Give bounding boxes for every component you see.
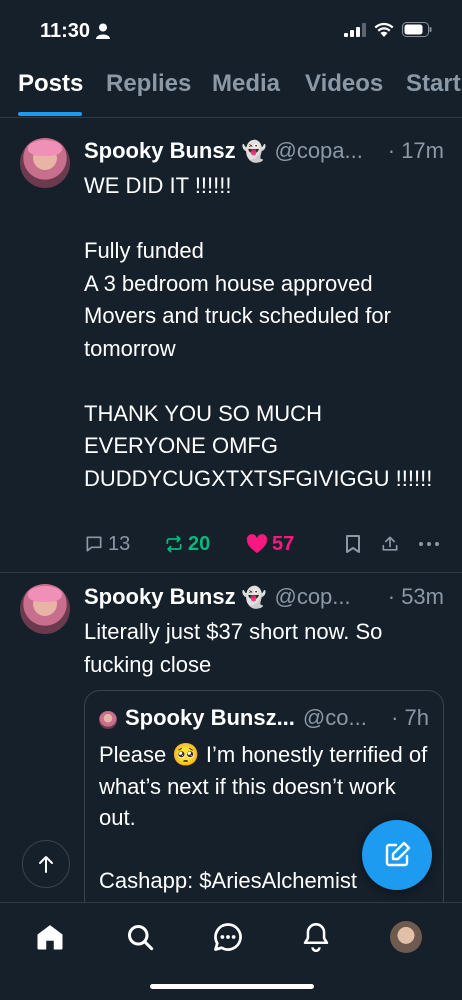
bookmark-icon	[346, 535, 360, 553]
status-indicators	[344, 22, 432, 37]
avatar[interactable]	[20, 584, 70, 634]
retweet-button[interactable]: 20	[164, 533, 210, 556]
tab-posts[interactable]: Posts	[18, 70, 83, 98]
status-bar: 11:30	[0, 0, 462, 60]
quote-handle: @co...	[302, 705, 367, 730]
quote-display-name: Spooky Bunsz...	[125, 705, 295, 730]
signal-icon	[344, 22, 366, 37]
reply-icon	[86, 536, 102, 552]
quote-time: · 7h	[391, 705, 429, 730]
like-count: 57	[272, 532, 295, 555]
like-button[interactable]: 57	[246, 533, 294, 556]
display-name[interactable]: Spooky Bunsz	[84, 138, 236, 164]
nav-profile[interactable]	[390, 921, 422, 953]
avatar[interactable]	[20, 138, 70, 188]
tab-media[interactable]: Media	[212, 70, 280, 98]
more-button[interactable]	[418, 534, 440, 554]
retweet-count: 20	[188, 532, 211, 555]
post-time[interactable]: · 17m	[388, 138, 444, 164]
messages-icon	[214, 923, 242, 951]
wifi-icon	[374, 22, 394, 37]
user-handle[interactable]: @cop...	[274, 584, 381, 610]
compose-button[interactable]	[362, 820, 432, 890]
quote-avatar	[99, 711, 117, 729]
post-time[interactable]: · 53m	[388, 584, 444, 610]
notifications-icon	[303, 923, 329, 952]
nav-home[interactable]	[34, 921, 66, 953]
profile-tabs: Posts Replies Media Videos Start	[0, 62, 462, 118]
status-time: 11:30	[40, 20, 91, 42]
tab-replies[interactable]: Replies	[106, 70, 191, 98]
nav-messages[interactable]	[212, 921, 244, 953]
post-header: Spooky Bunsz 👻 @copa... · 17m	[84, 138, 444, 164]
user-handle[interactable]: @copa...	[274, 138, 381, 164]
reply-button[interactable]: 13	[84, 533, 130, 556]
more-icon	[419, 542, 439, 546]
tab-start[interactable]: Start	[406, 70, 461, 98]
share-icon	[382, 536, 398, 551]
display-name[interactable]: Spooky Bunsz	[84, 584, 236, 610]
heart-icon	[246, 534, 268, 554]
search-icon	[127, 924, 154, 951]
arrow-up-icon	[39, 856, 53, 873]
nav-search[interactable]	[124, 921, 156, 953]
home-indicator	[150, 984, 314, 989]
retweet-icon	[166, 535, 182, 553]
post-actions: 13 20 57	[84, 529, 444, 559]
reply-count: 13	[108, 532, 131, 555]
post[interactable]: Spooky Bunsz 👻 @copa... · 17m WE DID IT …	[0, 126, 462, 572]
ghost-emoji-icon: 👻	[241, 587, 267, 609]
active-tab-indicator	[18, 112, 82, 116]
post-header: Spooky Bunsz 👻 @cop... · 53m	[84, 584, 444, 610]
battery-icon	[402, 22, 432, 37]
share-button[interactable]	[380, 534, 400, 554]
post-text: WE DID IT !!!!!! Fully funded A 3 bedroo…	[84, 173, 433, 491]
nav-notifications[interactable]	[300, 921, 332, 953]
compose-icon	[385, 841, 411, 867]
profile-avatar	[390, 921, 422, 953]
post-text: Literally just $37 short now. So fucking…	[84, 619, 389, 677]
bookmark-button[interactable]	[344, 534, 362, 554]
ghost-emoji-icon: 👻	[241, 141, 267, 163]
home-icon	[37, 925, 63, 950]
scroll-to-top-button[interactable]	[22, 840, 70, 888]
person-icon	[96, 23, 110, 39]
quote-header: Spooky Bunsz... @co... · 7h	[125, 705, 429, 731]
tab-videos[interactable]: Videos	[305, 70, 383, 98]
